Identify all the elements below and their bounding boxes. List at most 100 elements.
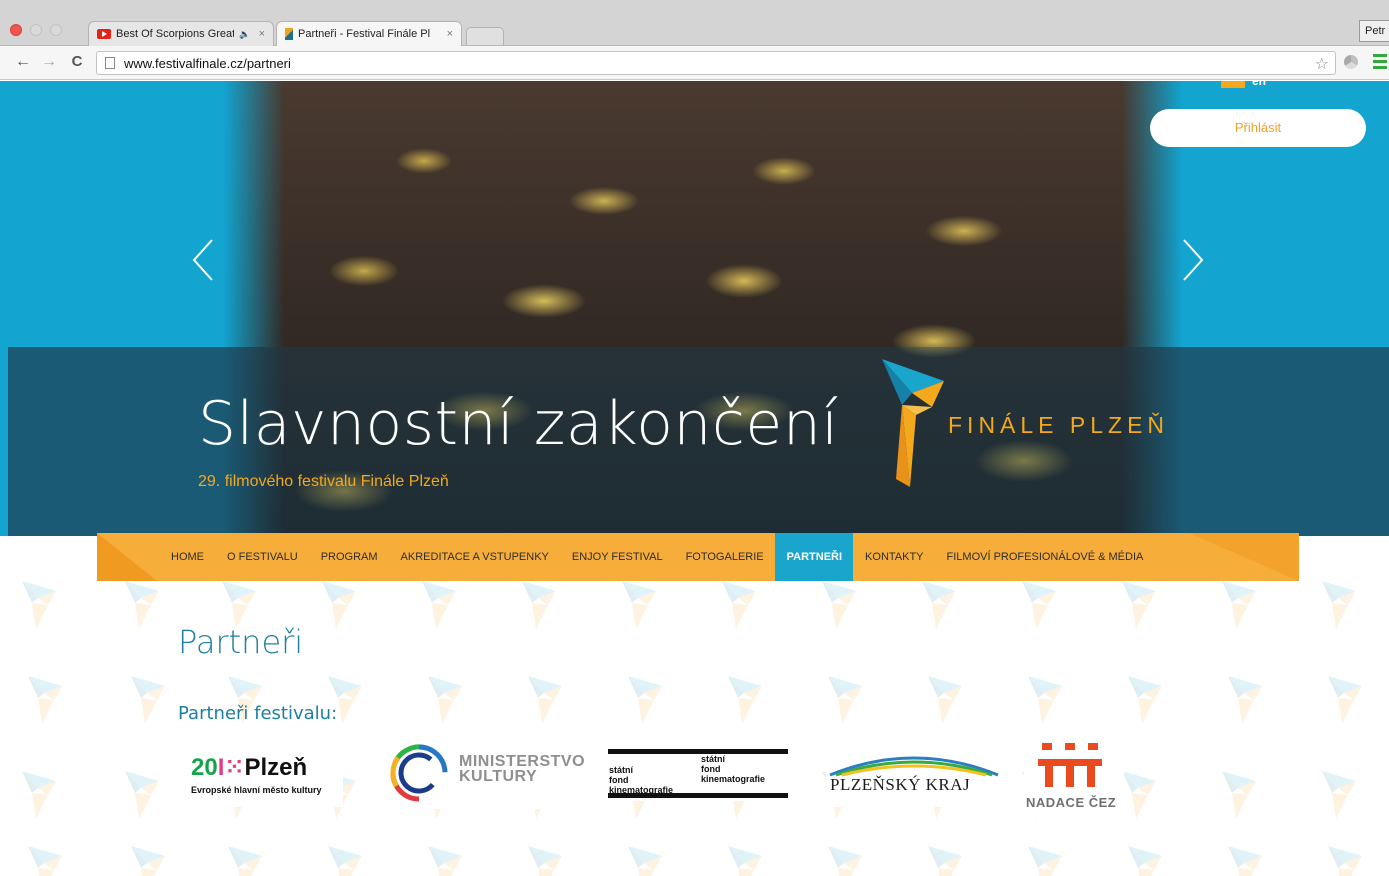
audio-icon[interactable]: 🔈	[239, 29, 250, 40]
profile-button[interactable]: Petr	[1359, 20, 1389, 42]
web-page: en Přihlásit Slavnostní zakončení 29. fi…	[0, 81, 1389, 876]
nav-filmovi-profesionalove[interactable]: FILMOVÍ PROFESIONÁLOVÉ & MÉDIA	[935, 533, 1155, 581]
slider-prev-icon[interactable]	[188, 236, 218, 284]
fond-text-right: státní fond kinematografie	[701, 754, 766, 784]
pattern-mark	[1128, 676, 1162, 724]
tab-title: Partneři - Festival Finále Pl	[298, 28, 431, 40]
reload-icon[interactable]: C	[68, 53, 86, 70]
logo-part: Plzeň	[244, 754, 308, 781]
pattern-mark	[1122, 771, 1156, 819]
pattern-mark	[28, 676, 62, 724]
pattern-mark	[1222, 771, 1256, 819]
finale-logo-text: FINÁLE PLZEŇ	[948, 412, 1170, 438]
pattern-mark	[722, 581, 756, 629]
nav-o-festivalu[interactable]: O FESTIVALU	[215, 533, 309, 581]
nav-partneri[interactable]: PARTNEŘI	[774, 533, 854, 581]
pattern-mark	[1028, 676, 1062, 724]
pattern-mark	[222, 581, 256, 629]
nav-home[interactable]: HOME	[159, 533, 215, 581]
login-button[interactable]: Přihlásit	[1150, 109, 1366, 147]
browser-tab-bar: Best Of Scorpions Great 🔈 × Partneři - F…	[0, 0, 1389, 46]
main-navigation: HOME O FESTIVALU PROGRAM AKREDITACE A VS…	[97, 533, 1299, 581]
pattern-mark	[1128, 846, 1162, 876]
lang-en-link[interactable]: en	[1252, 81, 1266, 88]
fond-text-left: státní fond kinematografie	[609, 765, 674, 795]
pattern-mark	[28, 846, 62, 876]
browser-tab-youtube[interactable]: Best Of Scorpions Great 🔈 ×	[88, 21, 274, 46]
close-tab-icon[interactable]: ×	[447, 28, 453, 40]
pattern-mark	[822, 581, 856, 629]
pattern-mark	[622, 581, 656, 629]
pattern-mark	[1228, 846, 1262, 876]
cez-logo-icon	[1038, 743, 1102, 787]
ministerstvo-ring-icon	[390, 744, 448, 802]
address-bar[interactable]: www.festivalfinale.cz/partneri ☆	[96, 51, 1336, 75]
pattern-mark	[522, 581, 556, 629]
logo-part: 20	[191, 754, 218, 781]
pattern-mark	[322, 581, 356, 629]
pattern-mark	[1322, 581, 1356, 629]
pattern-mark	[1228, 676, 1262, 724]
kraj-text: PLZEŇSKÝ KRAJ	[830, 775, 971, 794]
pattern-mark	[628, 676, 662, 724]
pattern-mark	[228, 846, 262, 876]
partner-ministerstvo-kultury-logo[interactable]: MINISTERSTVO KULTURY	[387, 741, 587, 809]
back-arrow-icon[interactable]: ←	[14, 53, 32, 71]
partner-plzen-2015-logo[interactable]: 20I⁙Plzeň Evropské hlavní město kultury	[183, 743, 343, 807]
pattern-mark	[728, 846, 762, 876]
menu-icon[interactable]	[1373, 54, 1387, 70]
plzen-2015-caption: Evropské hlavní město kultury	[191, 785, 322, 795]
close-tab-icon[interactable]: ×	[259, 28, 265, 40]
partner-plzensky-kraj-logo[interactable]: PLZEŇSKÝ KRAJ	[826, 745, 1002, 807]
pattern-mark	[528, 676, 562, 724]
pattern-mark	[928, 846, 962, 876]
nadace-text: NADACE ČEZ	[1026, 795, 1117, 810]
ministerstvo-text: MINISTERSTVO KULTURY	[459, 753, 586, 785]
slider-next-icon[interactable]	[1178, 236, 1208, 284]
festival-favicon-icon	[285, 28, 293, 40]
finale-logo-icon	[882, 359, 944, 487]
pattern-mark	[922, 581, 956, 629]
url-text[interactable]: www.festivalfinale.cz/partneri	[124, 56, 291, 71]
nav-fotogalerie[interactable]: FOTOGALERIE	[674, 533, 775, 581]
logo-part: ⁙	[224, 754, 245, 781]
nav-kontakty[interactable]: KONTAKTY	[853, 533, 934, 581]
pattern-mark	[428, 846, 462, 876]
lang-cs-flag[interactable]	[1221, 81, 1245, 88]
pattern-mark	[728, 676, 762, 724]
pattern-mark	[928, 676, 962, 724]
pattern-mark	[125, 581, 159, 629]
tab-title: Best Of Scorpions Great	[116, 28, 235, 40]
pattern-mark	[422, 581, 456, 629]
forward-arrow-icon[interactable]: →	[40, 53, 58, 71]
page-icon	[105, 57, 115, 69]
pattern-mark	[1222, 581, 1256, 629]
browser-tab-partneri[interactable]: Partneři - Festival Finále Pl ×	[276, 21, 462, 46]
nav-akreditace[interactable]: AKREDITACE A VSTUPENKY	[389, 533, 560, 581]
pattern-mark	[528, 846, 562, 876]
pattern-mark	[131, 676, 165, 724]
pattern-mark	[131, 846, 165, 876]
partner-nadace-cez-logo[interactable]: NADACE ČEZ	[1024, 741, 1124, 817]
section-subtitle: Partneři festivalu:	[178, 703, 338, 724]
pattern-mark	[22, 581, 56, 629]
nav-enjoy-festival[interactable]: ENJOY FESTIVAL	[560, 533, 674, 581]
pattern-mark	[125, 771, 159, 819]
pattern-mark	[1022, 581, 1056, 629]
extension-icon[interactable]	[1344, 55, 1358, 69]
bookmark-star-icon[interactable]: ☆	[1315, 54, 1329, 74]
close-window-button[interactable]	[10, 24, 22, 36]
hero-section: en Přihlásit Slavnostní zakončení 29. fi…	[0, 81, 1389, 536]
partner-statni-fond-logo[interactable]: státní fond kinematografie státní fond k…	[608, 749, 788, 801]
minimize-window-button[interactable]	[30, 24, 42, 36]
pattern-mark	[1122, 581, 1156, 629]
pattern-mark	[628, 846, 662, 876]
new-tab-button[interactable]	[466, 27, 504, 45]
pattern-mark	[1322, 771, 1356, 819]
pattern-mark	[428, 676, 462, 724]
nav-program[interactable]: PROGRAM	[309, 533, 389, 581]
kraj-arc-icon	[829, 756, 999, 777]
browser-toolbar: ← → C www.festivalfinale.cz/partneri ☆	[0, 46, 1389, 80]
pattern-mark	[828, 676, 862, 724]
zoom-window-button[interactable]	[50, 24, 62, 36]
